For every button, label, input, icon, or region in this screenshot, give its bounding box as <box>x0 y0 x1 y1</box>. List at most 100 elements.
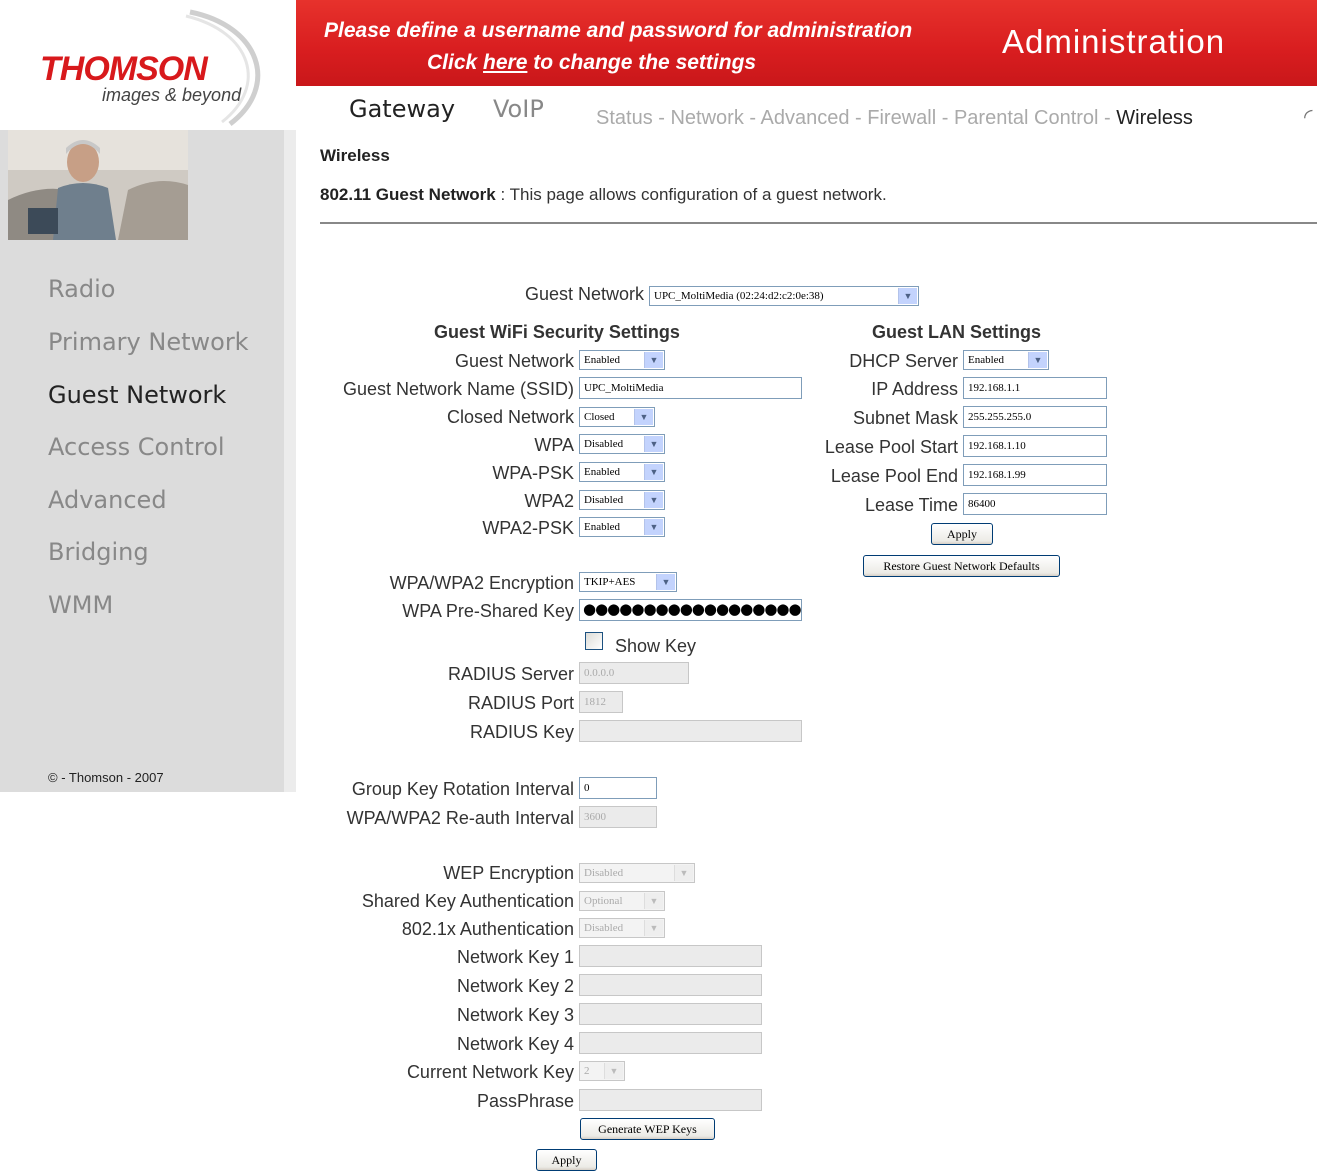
subnet-mask-label: Subnet Mask <box>852 408 958 428</box>
lease-start-label: Lease Pool Start <box>824 437 958 457</box>
chevron-down-icon: ▼ <box>644 920 663 936</box>
wpa2-select[interactable]: Disabled ▼ <box>579 490 665 510</box>
sidebar-item-bridging[interactable]: Bridging <box>48 537 149 567</box>
chevron-down-icon: ▼ <box>644 893 663 909</box>
nav-advanced[interactable]: Advanced <box>761 107 850 129</box>
dot1x-auth-select[interactable]: Disabled ▼ <box>579 918 665 938</box>
wpa2-psk-label: WPA2-PSK <box>482 518 574 538</box>
nav-network[interactable]: Network <box>670 107 743 129</box>
sidebar-item-radio[interactable]: Radio <box>48 274 115 304</box>
banner-message-line2: Click here to change the settings <box>427 50 756 76</box>
chevron-down-icon: ▼ <box>1028 352 1047 368</box>
lease-end-label: Lease Pool End <box>830 466 958 486</box>
select-value: Disabled <box>584 494 624 506</box>
chevron-down-icon: ▼ <box>674 865 693 881</box>
select-value: Disabled <box>584 922 624 934</box>
wpa-psk-select[interactable]: Enabled ▼ <box>579 462 665 482</box>
wep-encryption-select[interactable]: Disabled ▼ <box>579 863 695 883</box>
chevron-down-icon: ▼ <box>656 574 675 590</box>
radius-server-input[interactable]: 0.0.0.0 <box>579 662 689 684</box>
chevron-down-icon: ▼ <box>644 352 663 368</box>
chevron-down-icon: ▼ <box>604 1063 623 1079</box>
ssid-input[interactable]: UPC_MoltiMedia <box>579 377 802 399</box>
network-key-4-input[interactable] <box>579 1032 762 1054</box>
lan-apply-button[interactable]: Apply <box>931 523 993 545</box>
radius-key-input[interactable] <box>579 720 802 742</box>
sidebar-item-guest-network[interactable]: Guest Network <box>48 380 226 410</box>
select-value: 2 <box>584 1065 590 1077</box>
restore-defaults-button[interactable]: Restore Guest Network Defaults <box>863 555 1060 577</box>
wpa-label: WPA <box>534 435 574 455</box>
network-key-2-input[interactable] <box>579 974 762 996</box>
select-value: Enabled <box>584 354 621 366</box>
nav-parental-control[interactable]: Parental Control <box>954 107 1099 129</box>
shared-key-auth-label: Shared Key Authentication <box>361 891 574 911</box>
select-value: TKIP+AES <box>584 576 636 588</box>
wpa-psk-label: WPA-PSK <box>492 463 574 483</box>
show-key-checkbox[interactable] <box>585 632 603 650</box>
guest-network-enable-select[interactable]: Enabled ▼ <box>579 350 665 370</box>
reauth-interval-input[interactable]: 3600 <box>579 806 657 828</box>
passphrase-input[interactable] <box>579 1089 762 1111</box>
shared-key-auth-select[interactable]: Optional ▼ <box>579 891 665 911</box>
nav-wireless[interactable]: Wireless <box>1116 107 1193 129</box>
lease-time-label: Lease Time <box>864 495 958 515</box>
encryption-select[interactable]: TKIP+AES ▼ <box>579 572 677 592</box>
nav-firewall[interactable]: Firewall <box>867 107 936 129</box>
chevron-down-icon: ▼ <box>644 436 663 452</box>
generate-wep-keys-button[interactable]: Generate WEP Keys <box>580 1118 715 1140</box>
brand-tagline: images & beyond <box>102 85 242 105</box>
nav-status[interactable]: Status <box>596 107 653 129</box>
section-title: Administration <box>1002 23 1226 60</box>
guest-network-select[interactable]: UPC_MoltiMedia (02:24:d2:c2:0e:38) ▼ <box>649 286 919 306</box>
lease-time-input[interactable]: 86400 <box>963 493 1107 515</box>
radius-port-label: RADIUS Port <box>467 693 574 713</box>
nav-voip[interactable]: VoIP <box>493 94 544 124</box>
select-value: Enabled <box>584 466 621 478</box>
chevron-down-icon: ▼ <box>644 519 663 535</box>
sidebar-item-wmm[interactable]: WMM <box>48 590 113 620</box>
lan-settings-heading: Guest LAN Settings <box>872 322 1042 342</box>
sidebar-item-primary-network[interactable]: Primary Network <box>48 327 249 357</box>
chevron-down-icon: ▼ <box>644 492 663 508</box>
sidebar-item-advanced[interactable]: Advanced <box>48 485 167 515</box>
nav-separator: - <box>849 107 868 129</box>
dhcp-server-select[interactable]: Enabled ▼ <box>963 350 1049 370</box>
network-key-4-label: Network Key 4 <box>456 1034 574 1054</box>
guest-network-select-label: Guest Network <box>524 284 644 304</box>
banner-text: to change the settings <box>527 51 757 74</box>
current-key-select[interactable]: 2 ▼ <box>579 1061 625 1081</box>
chevron-down-icon: ▼ <box>644 464 663 480</box>
nav-separator: - <box>652 107 671 129</box>
banner-message: Please define a username and password fo… <box>324 19 913 42</box>
settings-link[interactable]: here <box>483 51 527 74</box>
encryption-label: WPA/WPA2 Encryption <box>389 573 574 593</box>
radius-port-input[interactable]: 1812 <box>579 691 623 713</box>
network-key-1-label: Network Key 1 <box>456 947 574 967</box>
ip-address-input[interactable]: 192.168.1.1 <box>963 377 1107 399</box>
nav-separator: - <box>743 107 761 129</box>
lease-start-input[interactable]: 192.168.1.10 <box>963 435 1107 457</box>
ssid-label: Guest Network Name (SSID) <box>342 379 574 399</box>
wpa-select[interactable]: Disabled ▼ <box>579 434 665 454</box>
select-value: Closed <box>584 411 615 423</box>
group-key-interval-input[interactable]: 0 <box>579 777 657 799</box>
nav-gateway[interactable]: Gateway <box>349 94 455 124</box>
select-value: Optional <box>584 895 623 907</box>
banner-text: Click <box>427 51 484 74</box>
wpa2-psk-select[interactable]: Enabled ▼ <box>579 517 665 537</box>
psk-label: WPA Pre-Shared Key <box>402 601 574 621</box>
sidebar-item-access-control[interactable]: Access Control <box>48 432 225 462</box>
closed-network-label: Closed Network <box>446 407 574 427</box>
lease-end-input[interactable]: 192.168.1.99 <box>963 464 1107 486</box>
select-value: Enabled <box>584 521 621 533</box>
psk-input[interactable]: ●●●●●●●●●●●●●●●●●● <box>579 599 802 621</box>
closed-network-select[interactable]: Closed ▼ <box>579 407 655 427</box>
wpa2-label: WPA2 <box>524 491 574 511</box>
network-key-1-input[interactable] <box>579 945 762 967</box>
network-key-3-input[interactable] <box>579 1003 762 1025</box>
network-key-2-label: Network Key 2 <box>456 976 574 996</box>
subnet-mask-input[interactable]: 255.255.255.0 <box>963 406 1107 428</box>
heading-separator: : <box>495 185 510 204</box>
apply-button[interactable]: Apply <box>536 1149 597 1171</box>
